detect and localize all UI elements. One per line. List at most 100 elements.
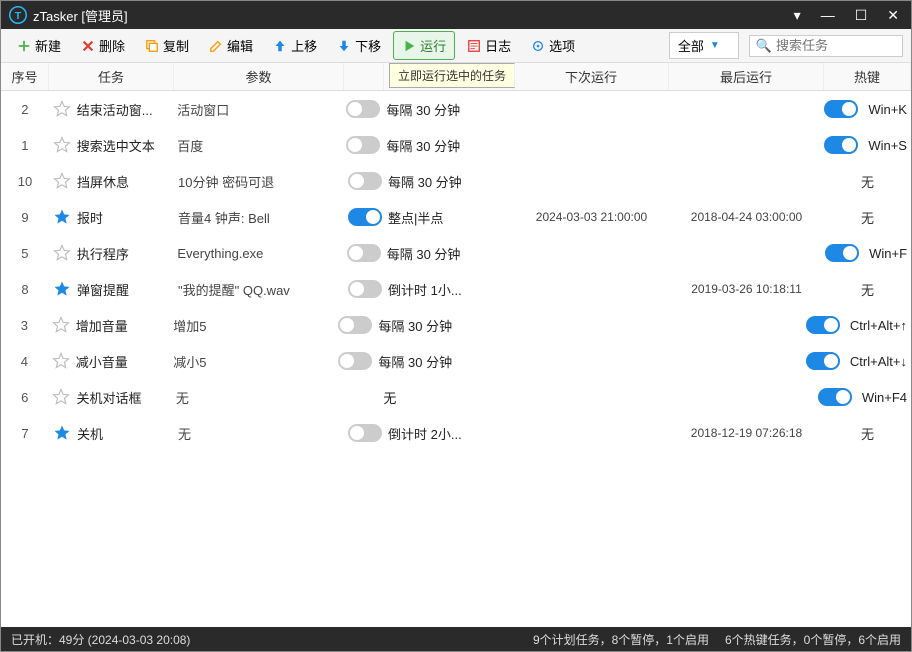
close-icon[interactable]: ✕ — [883, 7, 903, 24]
col-param-header[interactable]: 参数 — [174, 63, 344, 90]
enable-toggle[interactable] — [338, 316, 372, 334]
window-controls: ▾ — ☐ ✕ — [790, 7, 903, 24]
table-row[interactable]: 2结束活动窗...活动窗口每隔 30 分钟Win+K — [1, 91, 911, 127]
task-name: 执行程序 — [77, 244, 129, 263]
gear-icon — [531, 39, 545, 53]
star-icon[interactable] — [53, 280, 71, 298]
task-param: 无 — [174, 424, 344, 443]
status-scheduled: 9个计划任务，8个暂停，1个启用 — [533, 631, 709, 648]
task-param: Everything.exe — [173, 246, 342, 261]
task-param: 减小5 — [169, 352, 334, 371]
enable-toggle[interactable] — [348, 280, 382, 298]
table-row[interactable]: 1搜索选中文本百度每隔 30 分钟Win+S — [1, 127, 911, 163]
movedown-button[interactable]: 下移 — [329, 32, 389, 59]
col-task-header[interactable]: 任务 — [49, 63, 174, 90]
plus-icon — [17, 39, 31, 53]
schedule-text: 每隔 30 分钟 — [388, 172, 462, 191]
star-icon[interactable] — [52, 352, 70, 370]
col-num-header[interactable]: 序号 — [1, 63, 49, 90]
star-icon[interactable] — [53, 100, 71, 118]
col-hotkey-header[interactable]: 热键 — [824, 63, 911, 90]
table-row[interactable]: 5 执行程序 Everything.exe 每隔 30 分钟 Win+F — [1, 235, 911, 271]
minimize-icon[interactable]: — — [817, 7, 839, 23]
search-icon: 🔍 — [756, 38, 772, 54]
hotkey-toggle[interactable] — [806, 352, 840, 370]
run-label: 运行 — [420, 36, 446, 55]
copy-button[interactable]: 复制 — [137, 32, 197, 59]
enable-toggle[interactable] — [347, 244, 381, 262]
titlebar[interactable]: T zTasker [管理员] ▾ — ☐ ✕ — [1, 1, 911, 29]
new-label: 新建 — [35, 36, 61, 55]
options-button[interactable]: 选项 — [523, 32, 583, 59]
last-run: 2019-03-26 10:18:11 — [669, 282, 824, 296]
status-uptime: 已开机：49分 (2024-03-03 20:08) — [11, 631, 190, 648]
table-row[interactable]: 9报时音量4 钟声: Bell整点|半点2024-03-03 21:00:002… — [1, 199, 911, 235]
col-next-header[interactable]: 下次运行 — [514, 63, 669, 90]
schedule-text: 整点|半点 — [388, 208, 443, 227]
options-label: 选项 — [549, 36, 575, 55]
row-num: 3 — [1, 318, 48, 333]
hotkey-label: Win+F — [869, 246, 907, 261]
schedule-text: 每隔 30 分钟 — [387, 244, 461, 263]
table-body: 2结束活动窗...活动窗口每隔 30 分钟Win+K1搜索选中文本百度每隔 30… — [1, 91, 911, 627]
hotkey-toggle[interactable] — [824, 136, 858, 154]
schedule-text: 每隔 30 分钟 — [386, 100, 460, 119]
toolbar: 新建 删除 复制 编辑 上移 下移 运行 日志 — [1, 29, 911, 63]
table-row[interactable]: 10挡屏休息10分钟 密码可退每隔 30 分钟无 — [1, 163, 911, 199]
hotkey-label: Win+S — [868, 138, 907, 153]
star-icon[interactable] — [53, 208, 71, 226]
row-num: 2 — [1, 102, 49, 117]
task-name: 关机对话框 — [76, 388, 141, 407]
table-row[interactable]: 8弹窗提醒"我的提醒" QQ.wav倒计时 1小...2019-03-26 10… — [1, 271, 911, 307]
enable-toggle[interactable] — [338, 352, 372, 370]
table-row[interactable]: 4减小音量减小5每隔 30 分钟Ctrl+Alt+↓ — [1, 343, 911, 379]
enable-toggle[interactable] — [348, 208, 382, 226]
chevron-down-icon: ▼ — [710, 40, 720, 51]
task-name: 挡屏休息 — [77, 172, 129, 191]
run-button[interactable]: 运行 — [393, 31, 455, 60]
dropdown-icon[interactable]: ▾ — [790, 7, 805, 24]
star-icon[interactable] — [53, 172, 71, 190]
task-name: 报时 — [77, 208, 103, 227]
star-icon[interactable] — [53, 424, 71, 442]
search-box[interactable]: 🔍 — [749, 35, 903, 57]
table-header: 序号 任务 参数 下次运行 最后运行 热键 立即运行选中的任务 — [1, 63, 911, 91]
table-row[interactable]: 7关机无倒计时 2小...2018-12-19 07:26:18无 — [1, 415, 911, 451]
hotkey-toggle[interactable] — [806, 316, 840, 334]
table-row[interactable]: 6关机对话框无无Win+F4 — [1, 379, 911, 415]
edit-button[interactable]: 编辑 — [201, 32, 261, 59]
log-button[interactable]: 日志 — [459, 32, 519, 59]
hotkey-toggle[interactable] — [825, 244, 859, 262]
enable-toggle[interactable] — [346, 136, 380, 154]
x-icon — [81, 39, 95, 53]
star-icon[interactable] — [52, 388, 70, 406]
enable-toggle[interactable] — [348, 424, 382, 442]
table-row[interactable]: 3增加音量增加5每隔 30 分钟Ctrl+Alt+↑ — [1, 307, 911, 343]
run-tooltip: 立即运行选中的任务 — [389, 63, 515, 88]
star-icon[interactable] — [53, 136, 71, 154]
copy-icon — [145, 39, 159, 53]
star-icon[interactable] — [53, 244, 71, 262]
edit-label: 编辑 — [227, 36, 253, 55]
col-last-header[interactable]: 最后运行 — [669, 63, 824, 90]
moveup-label: 上移 — [291, 36, 317, 55]
task-param: 无 — [172, 388, 340, 407]
search-input[interactable] — [776, 38, 896, 53]
new-button[interactable]: 新建 — [9, 32, 69, 59]
app-icon: T — [9, 6, 27, 24]
play-icon — [402, 39, 416, 53]
moveup-button[interactable]: 上移 — [265, 32, 325, 59]
task-name: 减小音量 — [76, 352, 128, 371]
enable-toggle[interactable] — [346, 100, 380, 118]
enable-toggle[interactable] — [348, 172, 382, 190]
row-num: 5 — [1, 246, 49, 261]
filter-dropdown[interactable]: 全部 ▼ — [669, 32, 739, 59]
star-icon[interactable] — [52, 316, 70, 334]
statusbar: 已开机：49分 (2024-03-03 20:08) 9个计划任务，8个暂停，1… — [1, 627, 911, 651]
hotkey-toggle[interactable] — [818, 388, 852, 406]
delete-button[interactable]: 删除 — [73, 32, 133, 59]
next-run: 2024-03-03 21:00:00 — [514, 210, 669, 224]
schedule-text: 每隔 30 分钟 — [378, 352, 452, 371]
maximize-icon[interactable]: ☐ — [851, 7, 872, 24]
hotkey-toggle[interactable] — [824, 100, 858, 118]
